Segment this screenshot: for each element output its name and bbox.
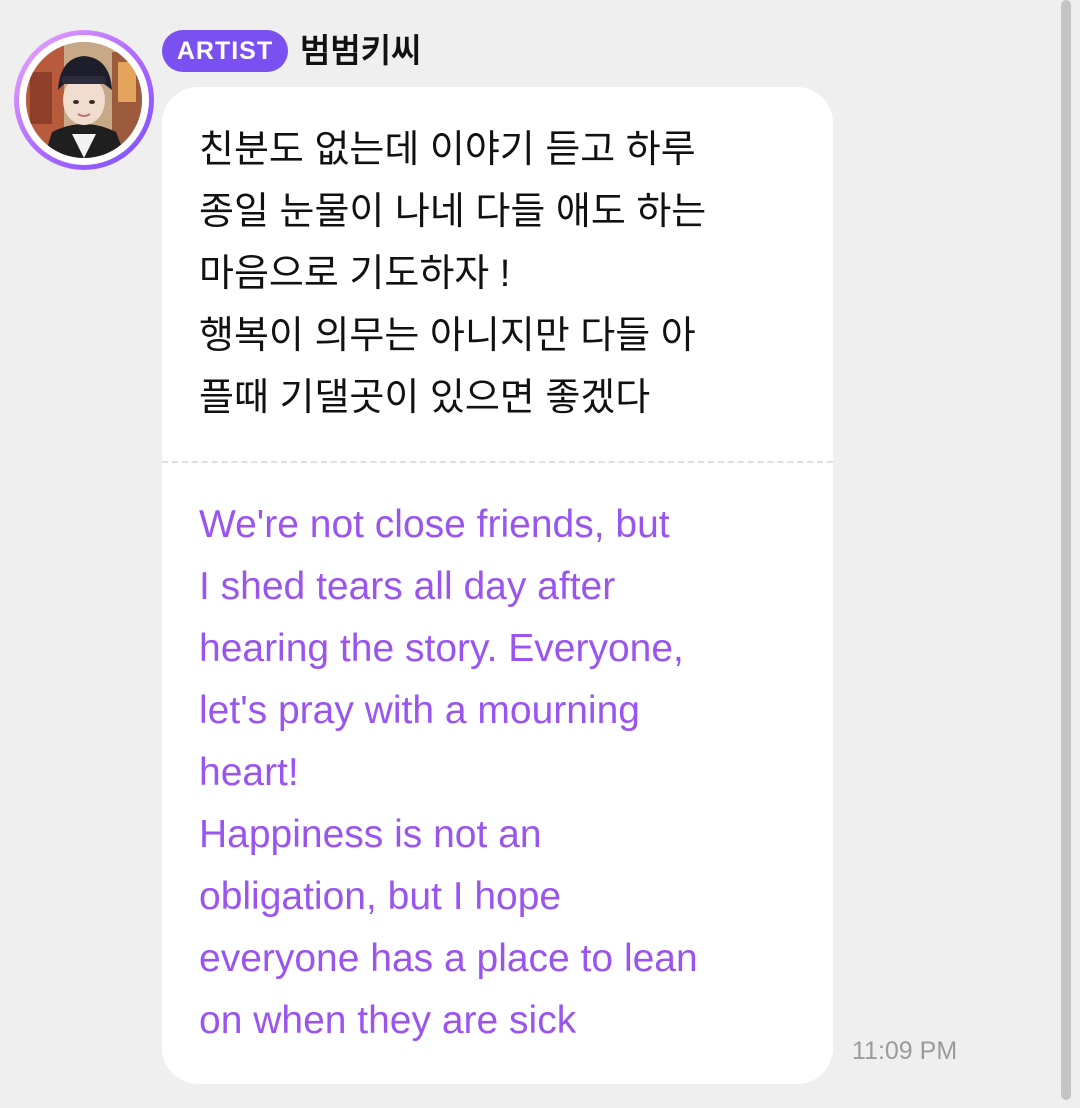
profile-photo-icon <box>26 42 142 158</box>
avatar[interactable] <box>14 30 154 170</box>
translation-divider <box>162 461 833 463</box>
scrollbar[interactable] <box>1061 0 1071 1100</box>
message-timestamp: 11:09 PM <box>852 1037 958 1065</box>
message-original-text: 친분도 없는데 이야기 듣고 하루 종일 눈물이 나네 다들 애도 하는 마음으… <box>199 129 707 419</box>
message-bubble[interactable]: 친분도 없는데 이야기 듣고 하루 종일 눈물이 나네 다들 애도 하는 마음으… <box>162 87 833 1084</box>
author-name[interactable]: 범범키씨 <box>300 28 421 74</box>
message-translated-text: We're not close friends, but I shed tear… <box>199 503 698 1042</box>
avatar-border <box>19 35 149 165</box>
artist-badge: ARTIST <box>162 30 288 72</box>
